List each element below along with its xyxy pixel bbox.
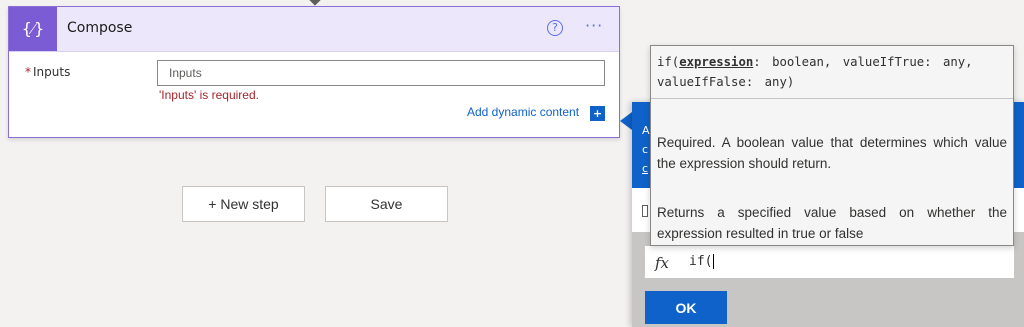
flow-connector-arrow [309,0,321,6]
function-signature: if(expression: boolean, valueIfTrue: any… [657,55,973,89]
help-icon[interactable]: ? [547,20,563,36]
add-dynamic-content-link[interactable]: Add dynamic content [467,105,579,119]
expression-text: if( [689,254,715,269]
inputs-label: * Inputs [25,65,70,79]
search-box-edge[interactable] [642,205,648,217]
ok-button[interactable]: OK [645,291,727,324]
more-options-icon[interactable]: ··· [585,16,603,35]
validation-error: 'Inputs' is required. [159,88,259,102]
compose-action-card: {⁄} Compose ? ··· * Inputs Inputs 'Inputs… [8,6,620,138]
fx-icon: fx [655,254,670,272]
save-button[interactable]: Save [325,186,448,222]
add-dynamic-content-icon[interactable]: + [590,106,605,121]
banner-link-fragment[interactable]: c [642,162,648,175]
function-signature-tooltip: if(expression: boolean, valueIfTrue: any… [650,45,1014,246]
inputs-label-text: Inputs [33,65,71,79]
inputs-field[interactable]: Inputs [157,60,605,86]
active-parameter: expression [679,55,754,69]
card-header[interactable]: {⁄} Compose ? ··· [9,7,619,52]
parameter-description: Required. A boolean value that determine… [657,135,1007,171]
compose-icon: {⁄} [9,7,57,51]
expression-input[interactable]: fx if( [645,246,1014,278]
function-description: Returns a specified value based on wheth… [657,205,1007,241]
banner-text-fragment: A [642,124,650,137]
panel-pointer [620,112,632,130]
new-step-button[interactable]: + New step [182,186,305,222]
banner-text-fragment: c [642,143,649,156]
tooltip-divider [651,98,1013,99]
card-title: Compose [67,20,133,36]
required-asterisk: * [25,65,31,79]
text-caret [713,254,715,269]
